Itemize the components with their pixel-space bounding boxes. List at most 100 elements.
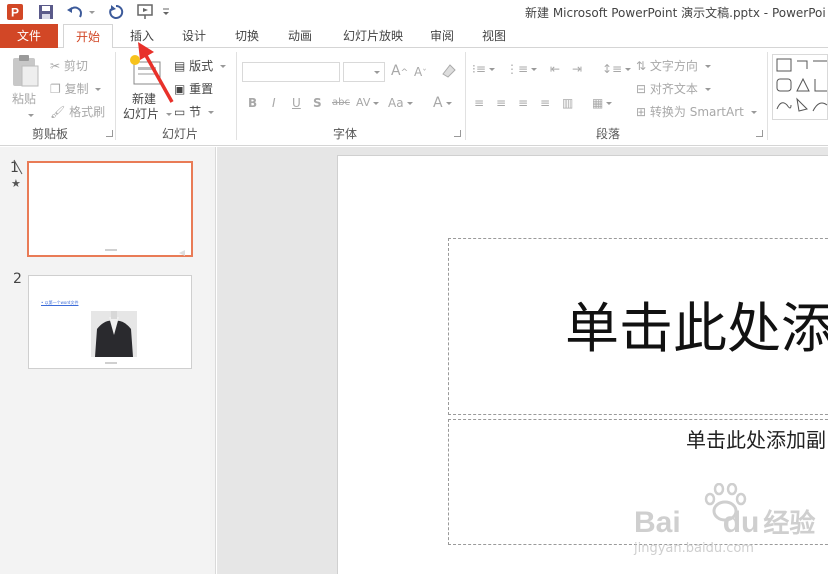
reset-label: 重置 <box>189 82 214 96</box>
grow-font-icon: A <box>391 63 401 79</box>
qat-customize-icon[interactable] <box>162 3 170 21</box>
smartart-dropdown-icon <box>750 111 757 114</box>
char-spacing-dropdown-icon <box>373 101 380 105</box>
align-left-icon[interactable]: ≡ <box>474 96 484 110</box>
slideshow-start-icon[interactable] <box>136 3 156 21</box>
shapes-gallery[interactable] <box>772 54 828 120</box>
scissors-icon: ✂ <box>50 59 61 73</box>
thumbnail-2-photo <box>91 311 137 357</box>
paste-icon[interactable] <box>8 54 42 90</box>
save-icon[interactable] <box>38 3 54 21</box>
font-size-dropdown-icon <box>374 71 380 74</box>
format-painter-icon: 🖌 <box>50 105 66 119</box>
watermark-url: jingyan.baidu.com <box>634 541 754 556</box>
change-case-icon: Aa <box>388 96 404 110</box>
align-text-icon: ⊟ <box>636 82 647 96</box>
undo-icon[interactable] <box>66 3 84 21</box>
watermark-brand-2: du <box>722 506 760 539</box>
tab-animations[interactable]: 动画 <box>278 24 322 48</box>
group-divider <box>465 52 466 140</box>
justify-icon[interactable]: ≡ <box>540 96 550 110</box>
columns-dropdown-icon <box>606 102 613 105</box>
tab-home[interactable]: 开始 <box>63 24 113 49</box>
text-direction-button[interactable]: ⇅ 文字方向 <box>636 57 711 74</box>
paste-label: 粘贴 <box>12 92 37 106</box>
shrink-arrow-icon: ˇ <box>422 69 427 79</box>
copy-dropdown-icon <box>95 88 102 91</box>
format-painter-button[interactable]: 🖌 格式刷 <box>50 103 105 120</box>
paste-button[interactable]: 粘贴 <box>12 90 36 107</box>
align-text-button[interactable]: ⊟ 对齐文本 <box>636 80 711 97</box>
font-color-button[interactable]: A <box>433 95 452 111</box>
tab-slideshow[interactable]: 幻灯片放映 <box>335 24 411 48</box>
app-icon[interactable]: P <box>6 3 24 21</box>
decrease-indent-icon[interactable]: ⇤ <box>550 62 560 76</box>
numbering-button[interactable]: ⋮≡ <box>506 62 538 76</box>
line-spacing-icon: ↕≡ <box>602 62 623 76</box>
increase-indent-icon[interactable]: ⇥ <box>572 62 582 76</box>
format-painter-label: 格式刷 <box>69 105 106 119</box>
font-size-select[interactable] <box>343 62 385 82</box>
layout-label: 版式 <box>189 59 214 73</box>
tab-review[interactable]: 审阅 <box>420 24 464 48</box>
change-case-dropdown-icon <box>406 102 413 105</box>
font-color-icon: A <box>433 95 443 111</box>
copy-icon: ❐ <box>50 82 61 96</box>
cut-button[interactable]: ✂ 剪切 <box>50 57 88 74</box>
align-right-icon[interactable]: ≡ <box>518 96 528 110</box>
change-case-button[interactable]: Aa <box>388 96 413 110</box>
subtitle-placeholder-text: 单击此处添加副 <box>686 428 826 452</box>
tab-file[interactable]: 文件 <box>0 24 58 48</box>
undo-dropdown-icon[interactable] <box>86 3 95 21</box>
redo-icon[interactable] <box>108 3 124 21</box>
paste-dropdown-icon[interactable] <box>25 108 34 122</box>
section-dropdown-icon <box>208 111 215 114</box>
char-spacing-icon: AV <box>356 96 371 109</box>
shadow-button[interactable]: S <box>313 96 322 110</box>
char-spacing-button[interactable]: AV <box>356 96 380 109</box>
font-family-select[interactable] <box>242 62 340 82</box>
section-label: 节 <box>189 105 202 119</box>
tab-transitions[interactable]: 切换 <box>225 24 269 48</box>
italic-button[interactable]: I <box>272 96 276 110</box>
ribbon: 粘贴 ✂ 剪切 ❐ 复制 🖌 格式刷 剪贴板 新建 幻灯片 ▤ 版式 ▣ 重置 <box>0 48 828 146</box>
convert-smartart-button[interactable]: ⊞ 转换为 SmartArt <box>636 103 757 120</box>
grow-font-button[interactable]: A^ <box>391 63 408 79</box>
section-button[interactable]: ▭ 节 <box>174 103 215 120</box>
baidu-watermark: Bai du 经验 jingyan.baidu.com <box>630 482 828 574</box>
bullets-button[interactable]: ⁝≡ <box>472 62 495 76</box>
strikethrough-button[interactable]: abc <box>332 97 350 108</box>
clear-format-icon[interactable] <box>440 62 458 83</box>
underline-button[interactable]: U <box>292 96 301 110</box>
title-bar: P 新建 Microsoft PowerPoint 演示文稿.pptx - Po… <box>0 0 828 24</box>
cut-label: 剪切 <box>63 59 88 73</box>
columns-button[interactable]: ▦ <box>592 96 613 110</box>
font-launcher-icon[interactable] <box>454 130 461 137</box>
convert-smartart-label: 转换为 SmartArt <box>649 105 744 119</box>
text-direction-icon: ⇅ <box>636 59 647 73</box>
layout-button[interactable]: ▤ 版式 <box>174 57 227 74</box>
paragraph-group-label: 段落 <box>595 127 620 141</box>
line-spacing-button[interactable]: ↕≡ <box>602 62 632 76</box>
shrink-font-button[interactable]: Aˇ <box>414 65 427 79</box>
paragraph-launcher-icon[interactable] <box>756 130 763 137</box>
watermark-cn: 经验 <box>763 508 816 538</box>
clipboard-launcher-icon[interactable] <box>106 130 113 137</box>
thumbnail-slide-1[interactable] <box>27 161 193 257</box>
columns-icon: ▦ <box>592 96 604 110</box>
align-center-icon[interactable]: ≡ <box>496 96 506 110</box>
watermark-brand: Bai <box>634 506 681 539</box>
animation-star-icon: ★ <box>11 177 21 190</box>
annotation-arrow-icon <box>130 38 180 111</box>
distributed-icon[interactable]: ▥ <box>562 96 573 110</box>
tab-view[interactable]: 视图 <box>472 24 516 48</box>
thumbnail-slide-2[interactable]: • 以第一个word文件 <box>28 275 192 369</box>
svg-text:P: P <box>11 6 19 20</box>
shrink-font-icon: A <box>414 65 423 79</box>
title-placeholder-text: 单击此处添 <box>565 297 828 360</box>
numbering-dropdown-icon <box>531 68 538 71</box>
thumbnail-2-caption: • 以第一个word文件 <box>41 300 79 305</box>
copy-button[interactable]: ❐ 复制 <box>50 80 102 97</box>
align-text-dropdown-icon <box>704 88 711 91</box>
bold-button[interactable]: B <box>248 96 257 110</box>
